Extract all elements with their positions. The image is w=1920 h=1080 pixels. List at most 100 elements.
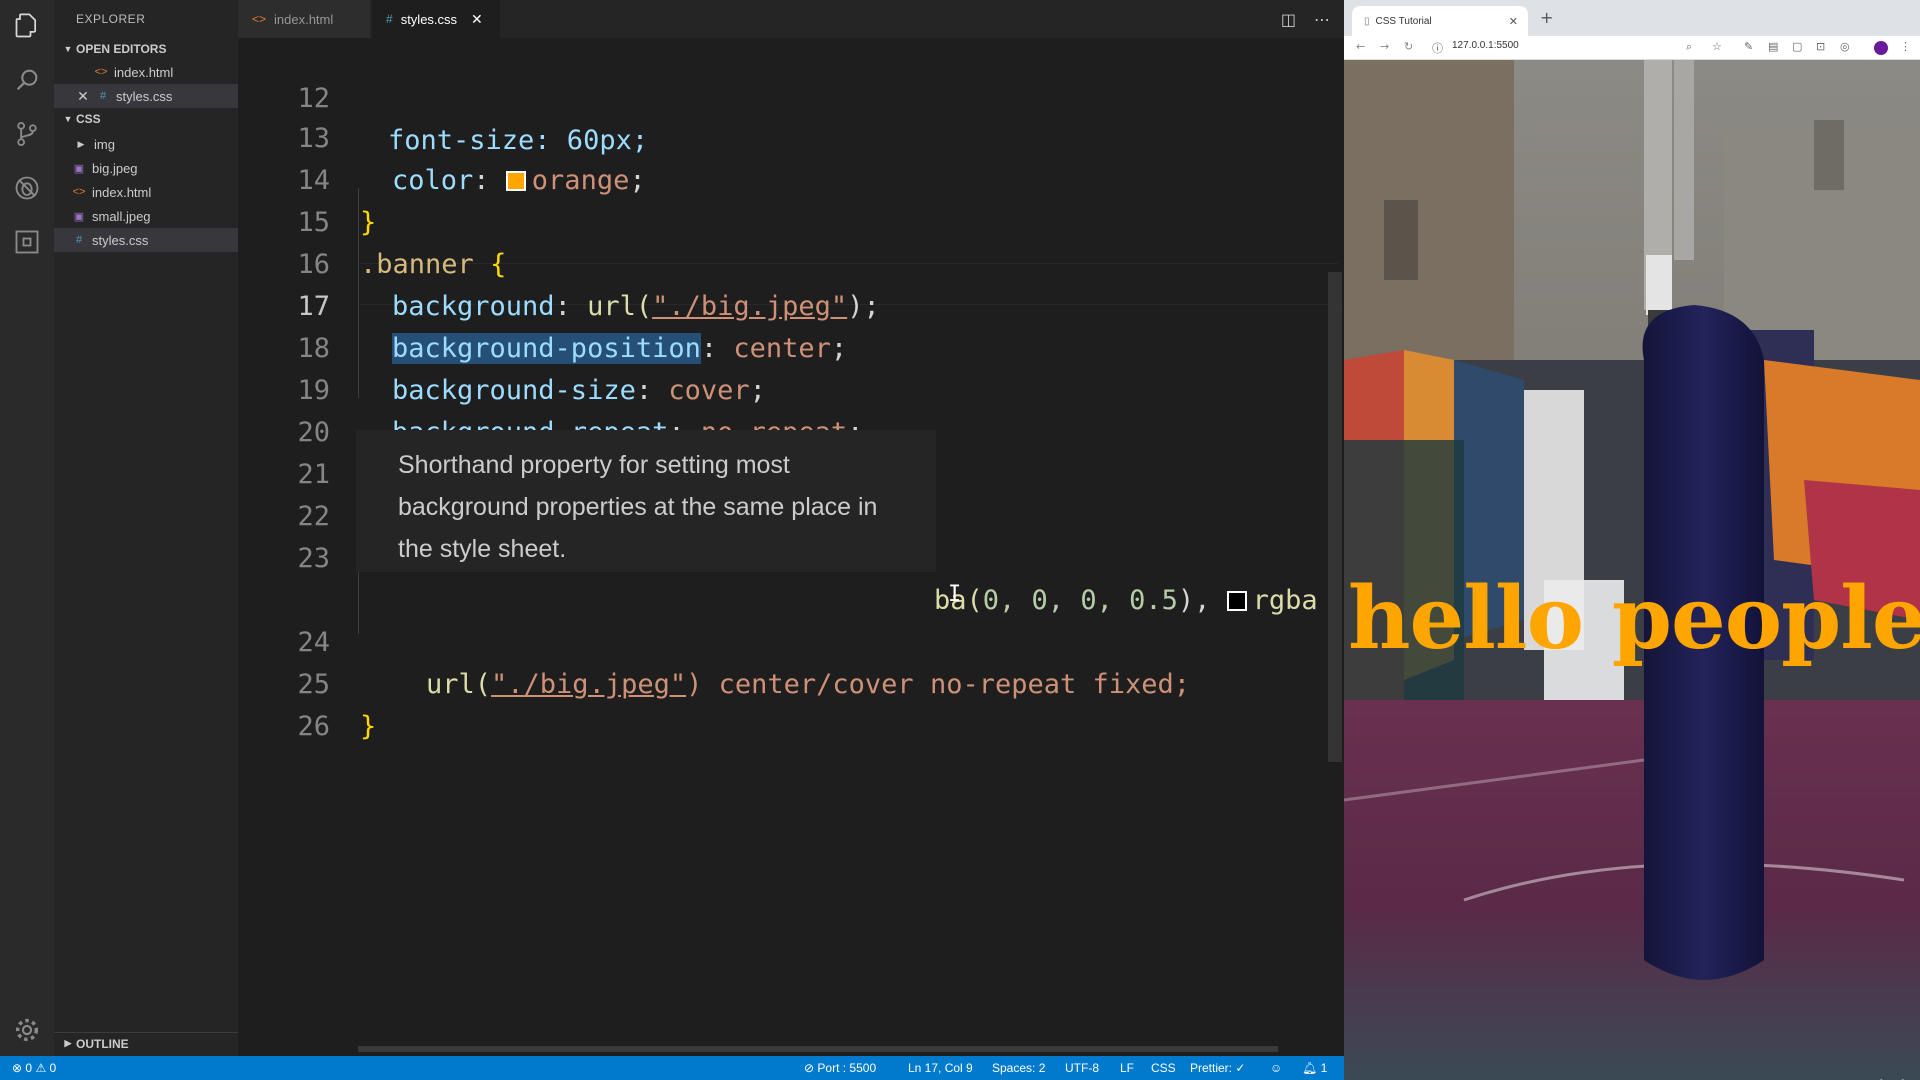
file-item-label: small.jpeg	[92, 208, 151, 224]
folder-label: CSS	[76, 112, 101, 126]
open-editor-index-html[interactable]: <> index.html	[54, 60, 238, 84]
file-item-big-jpeg[interactable]: ▣ big.jpeg	[54, 156, 238, 180]
tooltip-line: the style sheet.	[398, 535, 567, 563]
extension-icon[interactable]: ▢	[1792, 40, 1802, 53]
code-line-19: 19 background-repeat: no-repeat;	[238, 328, 1344, 448]
file-item-label: big.jpeg	[92, 160, 138, 176]
extension-icon[interactable]: ▤	[1768, 40, 1778, 53]
code-line-13: 13 color: orange;	[238, 76, 1344, 196]
horizontal-scrollbar[interactable]	[358, 1046, 1278, 1052]
eyedropper-icon[interactable]: ✎	[1744, 40, 1753, 53]
live-server-port[interactable]: ⊘ Port : 5500	[804, 1056, 876, 1080]
prettier-status[interactable]: Prettier: ✓	[1190, 1056, 1245, 1080]
settings-gear-icon[interactable]	[13, 1016, 41, 1044]
menu-kebab-icon[interactable]: ⋮	[1900, 40, 1911, 53]
browser-tab[interactable]: ▯ CSS Tutorial ✕	[1352, 6, 1528, 36]
code-line-12: 12 font-size: 60px;	[238, 38, 1344, 156]
code-text: }	[360, 711, 377, 742]
error-count: 0	[25, 1061, 33, 1075]
zoom-icon[interactable]: ⌕	[1686, 40, 1692, 54]
close-icon[interactable]: ✕	[76, 88, 90, 105]
problems-indicator[interactable]: ⊗ 0 ⚠ 0	[12, 1056, 56, 1080]
html-file-icon: <>	[72, 186, 86, 198]
split-editor-icon[interactable]: ◫	[1281, 10, 1296, 29]
code-line-26: 26	[238, 664, 1344, 742]
file-item-index-html[interactable]: <> index.html	[54, 180, 238, 204]
hover-tooltip: Shorthand property for setting most back…	[356, 430, 936, 572]
notifications[interactable]: 🔔︎ 1	[1302, 1056, 1327, 1080]
css-file-icon: #	[99, 90, 107, 102]
bell-icon: 🔔︎	[1302, 1061, 1318, 1075]
open-editor-label: styles.css	[116, 88, 173, 104]
notification-count: 1	[1320, 1061, 1328, 1075]
vertical-scrollbar[interactable]	[1328, 272, 1342, 762]
code-line-15: 15 .banner {	[238, 160, 1344, 280]
warning-icon: ⚠	[35, 1061, 47, 1075]
bookmark-star-icon[interactable]: ☆	[1712, 40, 1722, 53]
chevron-down-icon: ▼	[63, 114, 73, 124]
code-editor[interactable]: 12 font-size: 60px; 13 color: orange; 14…	[238, 38, 1344, 1056]
open-editors-section[interactable]: ▼ OPEN EDITORS	[54, 38, 238, 60]
extension-icon[interactable]: ⊡	[1816, 40, 1825, 53]
outline-section[interactable]: ▶ OUTLINE	[54, 1032, 238, 1054]
new-tab-icon[interactable]: +	[1540, 8, 1553, 27]
code-line-20: 20 background-attachment: fixed;	[238, 370, 1344, 490]
info-icon: ⓘ	[1432, 42, 1443, 55]
editor-tab-bar: <> index.html # styles.css ✕ ◫ ⋯	[238, 0, 1344, 38]
warning-count: 0	[49, 1061, 57, 1075]
css-file-icon: #	[386, 12, 393, 26]
outline-label: OUTLINE	[76, 1036, 129, 1051]
language-mode[interactable]: CSS	[1151, 1056, 1176, 1080]
tab-index-html[interactable]: <> index.html	[238, 0, 370, 38]
search-icon[interactable]	[13, 66, 41, 94]
tooltip-line: Shorthand property for setting most	[398, 451, 790, 479]
extension-icon[interactable]: ◎	[1840, 40, 1850, 53]
close-icon[interactable]: ✕	[1509, 15, 1518, 28]
chevron-down-icon: ▼	[63, 44, 73, 54]
indentation[interactable]: Spaces: 2	[992, 1056, 1045, 1080]
broadcast-icon: ⊘	[804, 1061, 815, 1075]
more-actions-icon[interactable]: ⋯	[1314, 10, 1330, 29]
source-control-icon[interactable]	[13, 120, 41, 148]
explorer-title: EXPLORER	[76, 12, 146, 26]
html-file-icon: <>	[252, 12, 267, 26]
feedback-smiley-icon[interactable]: ☺	[1270, 1056, 1282, 1080]
line-ending[interactable]: LF	[1120, 1056, 1134, 1080]
tab-styles-css[interactable]: # styles.css ✕	[372, 0, 500, 38]
close-icon[interactable]: ✕	[471, 11, 483, 28]
open-editor-styles-css[interactable]: ✕ # styles.css	[54, 84, 238, 108]
cursor-position[interactable]: Ln 17, Col 9	[908, 1056, 973, 1080]
reload-icon[interactable]: ↻	[1404, 40, 1413, 53]
files-icon[interactable]	[13, 12, 41, 40]
error-icon: ⊗	[12, 1061, 23, 1075]
chevron-right-icon: ▶	[77, 138, 85, 149]
browser-viewport: hello people (⋀)	[1344, 60, 1920, 1080]
browser-tab-bar: ▯ CSS Tutorial ✕ +	[1344, 0, 1920, 36]
encoding[interactable]: UTF-8	[1065, 1056, 1099, 1080]
back-icon[interactable]: ←	[1356, 40, 1365, 53]
extensions-icon[interactable]	[13, 228, 41, 256]
line-number: 23	[297, 543, 330, 574]
folder-section-css[interactable]: ▼ CSS	[54, 108, 238, 130]
file-item-label: styles.css	[92, 232, 149, 248]
folder-item-label: img	[94, 136, 115, 152]
address-bar[interactable]: 127.0.0.1:5500	[1452, 40, 1519, 51]
page-icon: ▯	[1364, 15, 1370, 27]
file-item-styles-css[interactable]: # styles.css	[54, 228, 238, 252]
code-line-16: 16 background: url("./big.jpeg");	[238, 202, 1344, 322]
css-file-icon: #	[75, 234, 83, 246]
open-editors-label: OPEN EDITORS	[76, 42, 167, 56]
html-file-icon: <>	[94, 66, 108, 78]
code-line-18: 18 background-size: cover;	[238, 286, 1344, 406]
image-file-icon: ▣	[73, 210, 85, 223]
debug-icon[interactable]	[13, 174, 41, 202]
code-line-25: 25 }	[238, 622, 1344, 742]
forward-icon[interactable]: →	[1380, 40, 1389, 53]
status-bar: ⊗ 0 ⚠ 0 ⊘ Port : 5500 Ln 17, Col 9 Space…	[0, 1056, 1344, 1080]
folder-item-img[interactable]: ▶ img	[54, 132, 238, 156]
file-item-small-jpeg[interactable]: ▣ small.jpeg	[54, 204, 238, 228]
chevron-right-icon: ▶	[64, 1038, 72, 1048]
profile-avatar[interactable]	[1874, 41, 1888, 55]
tab-label: styles.css	[400, 11, 458, 27]
image-file-icon: ▣	[73, 162, 85, 175]
